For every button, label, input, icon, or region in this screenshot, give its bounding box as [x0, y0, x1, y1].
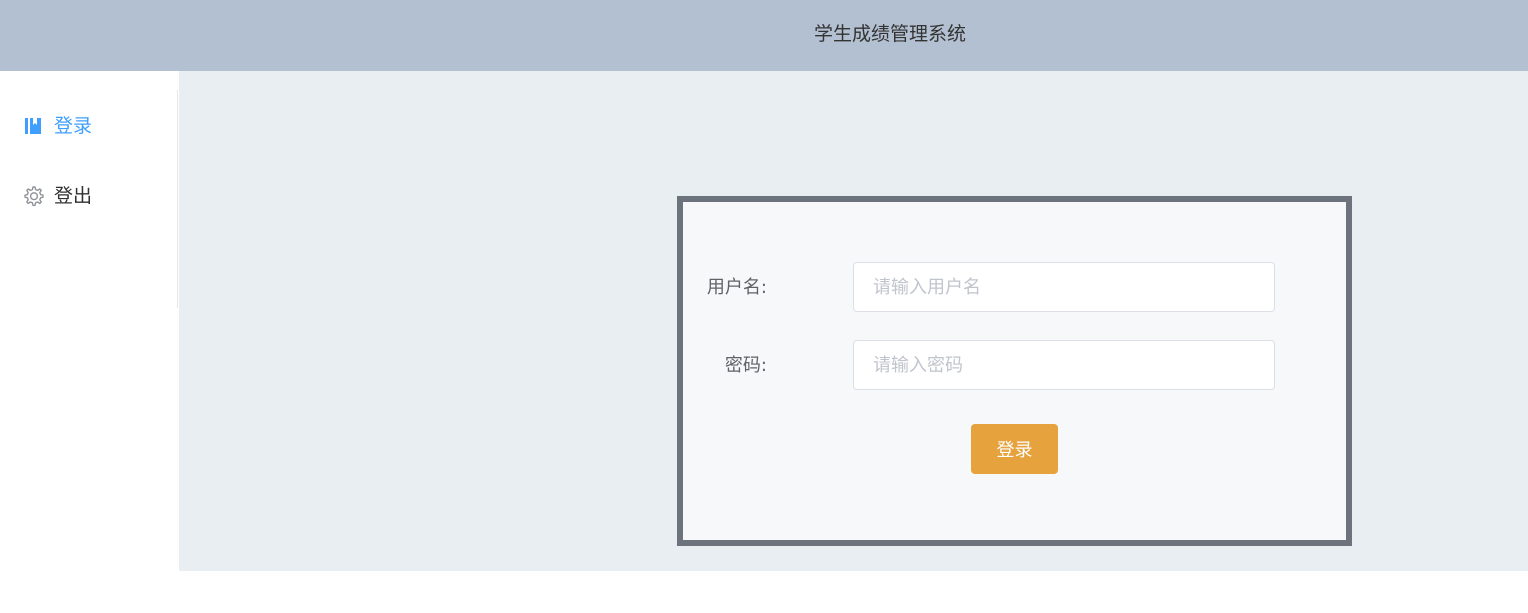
- sidebar-item-logout[interactable]: 登出: [0, 168, 177, 224]
- login-button[interactable]: 登录: [971, 424, 1058, 474]
- gear-icon: [22, 185, 44, 207]
- sidebar-item-login[interactable]: 登录: [0, 98, 177, 154]
- sidebar-item-label: 登出: [54, 185, 93, 207]
- password-label: 密码:: [724, 355, 767, 376]
- username-input[interactable]: [853, 262, 1275, 312]
- username-label: 用户名:: [706, 277, 767, 298]
- app-title: 学生成绩管理系统: [813, 23, 966, 45]
- password-input[interactable]: [853, 340, 1275, 390]
- app-header: 学生成绩管理系统: [0, 0, 1528, 71]
- sidebar: 登录 登出: [0, 71, 178, 613]
- book-icon: [22, 115, 44, 137]
- sidebar-item-label: 登录: [54, 115, 93, 137]
